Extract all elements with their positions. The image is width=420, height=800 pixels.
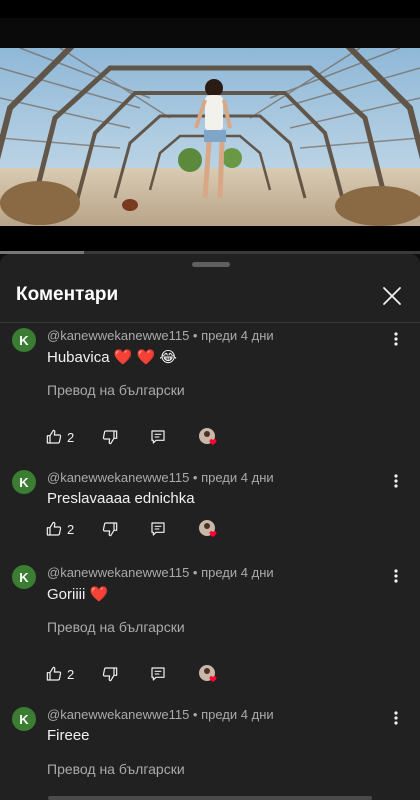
translate-link[interactable]: Превод на български (47, 619, 185, 635)
dislike-button[interactable] (102, 662, 118, 686)
video-player[interactable] (0, 48, 420, 226)
avatar[interactable]: K (12, 470, 36, 494)
more-vertical-icon (394, 474, 398, 488)
comment-meta: @kanewwekanewwe115 • преди 4 дни (47, 707, 274, 722)
like-count: 2 (67, 429, 75, 445)
comment-text: Goriiii ❤️ (47, 586, 109, 603)
sheet-title: Коментари (16, 284, 119, 305)
thumbs-up-icon (46, 666, 62, 681)
comment-item: K @kanewwekanewwe115 • преди 4 дни Gorii… (0, 561, 420, 703)
creator-heart-badge (198, 427, 220, 449)
comment-actions: 2 (40, 425, 240, 449)
dislike-button[interactable] (102, 425, 118, 449)
like-count: 2 (67, 521, 75, 537)
like-button[interactable]: 2 (46, 425, 74, 449)
video-frame (0, 48, 420, 226)
more-vertical-icon (394, 332, 398, 346)
like-count: 2 (67, 666, 75, 682)
close-icon (383, 287, 401, 305)
more-button[interactable] (388, 331, 404, 347)
comments-sheet: Коментари K @kanewwekanewwe115 • преди 4… (0, 254, 420, 800)
thumbs-down-icon (102, 667, 118, 682)
thumbs-up-icon (46, 429, 62, 444)
more-button[interactable] (388, 473, 404, 489)
reply-icon (151, 430, 165, 444)
status-bar (0, 0, 420, 18)
reply-button[interactable] (150, 662, 166, 686)
creator-heart-icon (199, 428, 217, 445)
comment-item: K @kanewwekanewwe115 • преди 4 дни Presl… (0, 466, 420, 561)
creator-heart-badge (198, 519, 220, 541)
comment-actions: 2 (40, 662, 240, 686)
reply-icon (151, 667, 165, 681)
translate-link[interactable]: Превод на български (47, 761, 185, 777)
creator-heart-badge (198, 664, 220, 686)
comment-meta: @kanewwekanewwe115 • преди 4 дни (47, 470, 274, 485)
creator-heart-icon (199, 520, 217, 537)
video-top-band (0, 18, 420, 48)
reply-icon (151, 522, 165, 536)
avatar[interactable]: K (12, 328, 36, 352)
thumbs-down-icon (102, 522, 118, 537)
close-button[interactable] (378, 282, 406, 310)
comment-text: Hubavica ❤️ ❤️ 😂 (47, 349, 177, 366)
video-bottom-band (0, 226, 420, 252)
translate-link[interactable]: Превод на български (47, 382, 185, 398)
like-button[interactable]: 2 (46, 517, 74, 541)
reply-button[interactable] (150, 425, 166, 449)
comment-text: Fireee (47, 727, 90, 744)
reply-button[interactable] (150, 517, 166, 541)
thumbs-up-icon (46, 521, 62, 536)
avatar[interactable]: K (12, 565, 36, 589)
more-vertical-icon (394, 569, 398, 583)
more-vertical-icon (394, 711, 398, 725)
like-button[interactable]: 2 (46, 662, 74, 686)
comments-list[interactable]: K @kanewwekanewwe115 • преди 4 дни Hubav… (0, 323, 420, 800)
drag-handle[interactable] (192, 262, 230, 267)
comment-actions: 2 (40, 517, 240, 541)
creator-heart-icon (199, 665, 217, 682)
comment-meta: @kanewwekanewwe115 • преди 4 дни (47, 565, 274, 580)
comment-item: K @kanewwekanewwe115 • преди 4 дни Firee… (0, 703, 420, 800)
comment-text: Preslavaaaa ednichka (47, 490, 195, 507)
more-button[interactable] (388, 710, 404, 726)
dislike-button[interactable] (102, 517, 118, 541)
comment-item: K @kanewwekanewwe115 • преди 4 дни Hubav… (0, 323, 420, 466)
avatar[interactable]: K (12, 707, 36, 731)
more-button[interactable] (388, 568, 404, 584)
thumbs-down-icon (102, 430, 118, 445)
comment-meta: @kanewwekanewwe115 • преди 4 дни (47, 328, 274, 343)
home-indicator (48, 796, 372, 800)
